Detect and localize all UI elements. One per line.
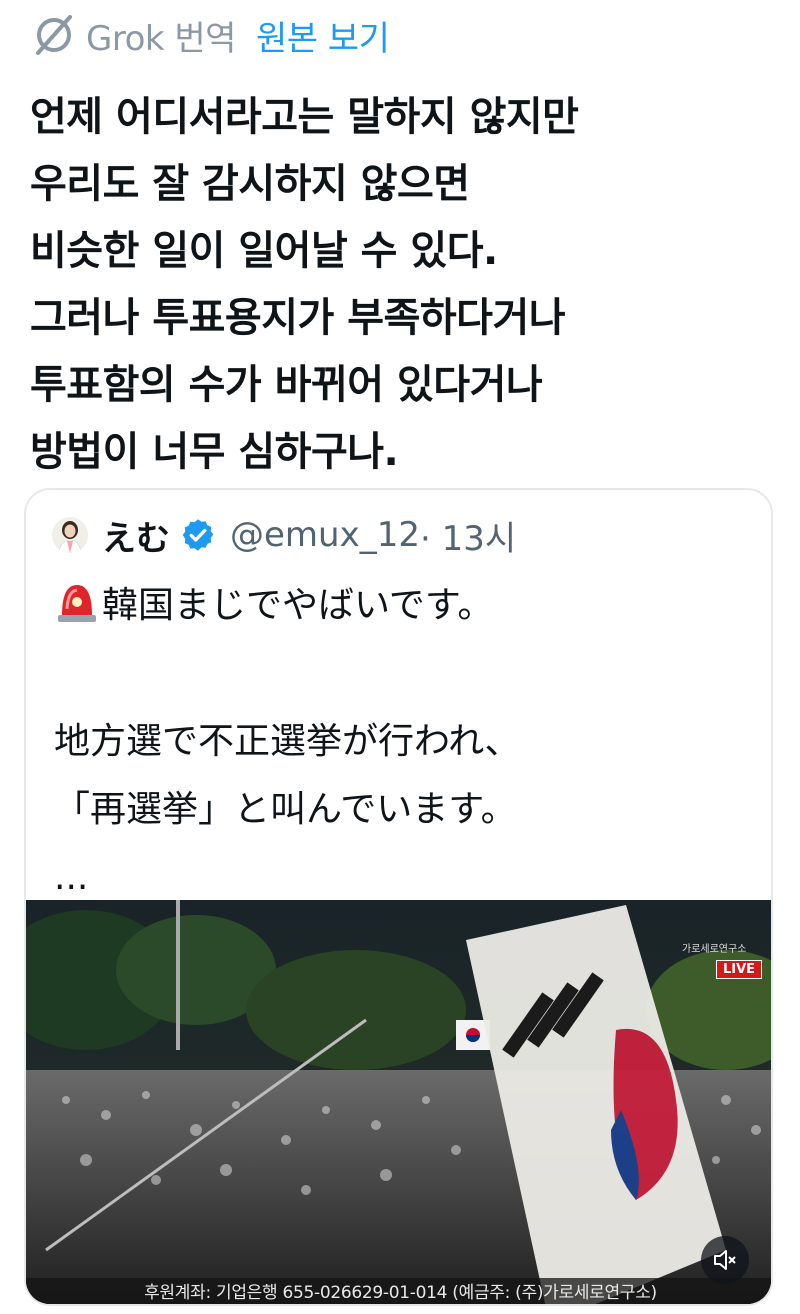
post-time[interactable]: · 13시 [420, 511, 516, 560]
tweet-line: 그러나 투표용지가 부족하다거나 [30, 295, 566, 341]
quoted-line: 韓国まじでやばいです。 [54, 572, 754, 640]
tweet-line: 우리도 잘 감시하지 않으면 [30, 161, 470, 207]
quoted-line: 「再選挙」と叫んでいます。 [54, 789, 517, 830]
translation-label: Grok 번역 [86, 18, 236, 59]
author-name[interactable]: えむ [102, 511, 170, 560]
tweet-line: 방법이 너무 심하구나. [30, 429, 399, 475]
donation-caption: 후원계좌: 기업은행 655-026629-01-014 (예금주: (주)가로… [26, 1278, 771, 1304]
quoted-line: 地方選で不正選挙が行われ、 [54, 721, 521, 762]
quoted-line-text: 韓国まじでやばいです。 [102, 585, 494, 626]
mute-button[interactable] [701, 1236, 749, 1284]
grok-icon [36, 15, 72, 55]
tweet-line: 언제 어디서라고는 말하지 않지만 [30, 94, 579, 140]
quoted-tweet-header: えむ @emux_12 · 13시 [52, 510, 516, 560]
channel-name: 가로세로연구소 [682, 944, 747, 955]
quoted-tweet-card[interactable]: えむ @emux_12 · 13시 韓国まじでやばいです。 地方選で不正選挙が行… [24, 488, 773, 1306]
video-thumbnail[interactable]: 가로세로연구소 LIVE 후원계좌: 기업은행 655-026629-01-01… [26, 900, 771, 1304]
rotating-light-icon [58, 585, 96, 622]
live-badge: LIVE [716, 960, 763, 979]
tweet-line: 투표함의 수가 바뀌어 있다거나 [30, 362, 543, 408]
tweet-text: 언제 어디서라고는 말하지 않지만 우리도 잘 감시하지 않으면 비슷한 일이 … [30, 84, 770, 486]
avatar[interactable] [52, 517, 88, 553]
author-handle[interactable]: @emux_12 [230, 515, 420, 555]
quoted-tweet-text: 韓国まじでやばいです。 地方選で不正選挙が行われ、 「再選挙」と叫んでいます。 … [54, 572, 754, 912]
video-frame [26, 900, 771, 1304]
speaker-muted-icon [714, 1250, 736, 1270]
translation-bar: Grok 번역 원본 보기 [32, 10, 390, 60]
tweet-line: 비슷한 일이 일어날 수 있다. [30, 228, 498, 274]
show-original-link[interactable]: 원본 보기 [256, 11, 390, 60]
verified-badge-icon [182, 519, 214, 551]
